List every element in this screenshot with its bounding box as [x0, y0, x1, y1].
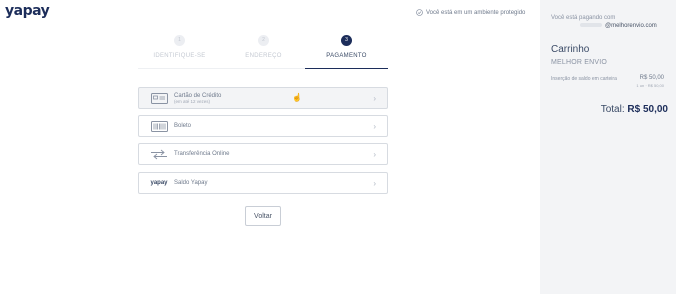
step-label: IDENTIFIQUE-SE [153, 53, 206, 59]
step-identify[interactable]: 1 IDENTIFIQUE-SE [138, 33, 221, 69]
cart-item-quantity: 1 un · R$ 50,00 [636, 83, 664, 88]
payment-option-boleto[interactable]: Boleto › [138, 115, 388, 137]
hand-pointer-icon: ☝ [292, 93, 302, 102]
payment-option-label: Boleto [174, 123, 192, 129]
payment-option-label: Transferência Online [174, 151, 230, 157]
chevron-right-icon: › [373, 122, 376, 131]
total-value: R$ 50,00 [627, 104, 668, 115]
total-label: Total: [600, 104, 625, 115]
step-number: 3 [341, 35, 352, 46]
secure-environment-notice: Você está em um ambiente protegido [416, 9, 525, 16]
step-number: 2 [258, 35, 269, 46]
merchant-name: MELHOR ENVIO [551, 59, 608, 66]
shield-check-icon [416, 9, 423, 16]
barcode-icon [150, 120, 168, 132]
yapay-brand-text: yapay [150, 180, 168, 186]
payment-option-sub: (em até 12 vezes) [174, 98, 211, 104]
chevron-right-icon: › [373, 150, 376, 159]
step-label: ENDEREÇO [245, 53, 282, 59]
payment-option-credit-card[interactable]: Cartão de Crédito (em até 12 vezes) › [138, 87, 388, 109]
chevron-right-icon: › [373, 179, 376, 188]
redacted-name-placeholder [580, 23, 602, 28]
chevron-right-icon: › [373, 94, 376, 103]
back-button[interactable]: Voltar [245, 206, 281, 226]
checkout-steps: 1 IDENTIFIQUE-SE 2 ENDEREÇO 3 PAGAMENTO [138, 33, 388, 69]
paying-with-label: Você está pagando com [551, 15, 616, 21]
user-email: @melhorenvio.com [580, 23, 657, 29]
step-payment[interactable]: 3 PAGAMENTO [305, 33, 388, 69]
yapay-logo: yapay [5, 3, 50, 19]
step-label: PAGAMENTO [326, 53, 367, 59]
yapay-brand-icon: yapay [150, 180, 168, 186]
user-handle: @melhorenvio.com [605, 23, 657, 29]
transfer-arrows-icon [150, 149, 168, 160]
payment-option-label: Saldo Yapay [174, 180, 208, 186]
payment-option-transfer[interactable]: Transferência Online › [138, 143, 388, 165]
cart-item-name: Inserção de saldo em carteira [551, 76, 617, 82]
cart-item-price: R$ 50,00 [639, 75, 664, 81]
cart-title: Carrinho [551, 44, 590, 55]
order-summary-sidebar: Você está pagando com @melhorenvio.com C… [540, 0, 676, 294]
credit-card-icon [150, 92, 168, 104]
payment-option-yapay-balance[interactable]: yapay Saldo Yapay › [138, 172, 388, 194]
step-number: 1 [174, 35, 185, 46]
secure-text: Você está em um ambiente protegido [426, 9, 526, 16]
order-total: Total: R$ 50,00 [601, 104, 668, 115]
step-address[interactable]: 2 ENDEREÇO [222, 33, 305, 69]
